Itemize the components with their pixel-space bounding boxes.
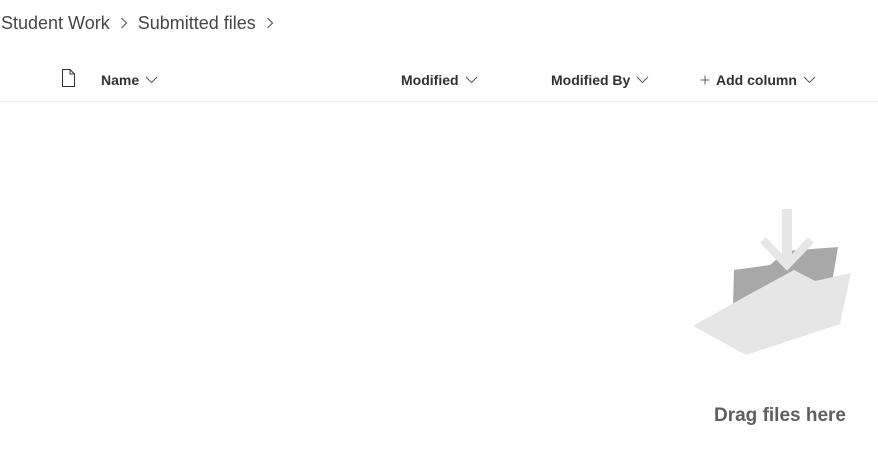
folder-download-illustration	[690, 205, 855, 360]
empty-state-message: Drag files here	[714, 405, 846, 426]
column-header-row: Name Modified Modified By Add column	[0, 58, 878, 102]
chevron-down-icon	[465, 76, 478, 84]
column-header-modified-by[interactable]: Modified By	[551, 58, 649, 101]
column-header-modified-label: Modified	[401, 71, 459, 88]
column-header-name-label: Name	[101, 71, 140, 88]
breadcrumb: Student Work Submitted files	[1, 10, 284, 36]
plus-icon	[700, 75, 710, 85]
chevron-right-icon	[110, 17, 138, 29]
breadcrumb-item-submitted-files[interactable]: Submitted files	[138, 13, 256, 34]
add-column-label: Add column	[716, 71, 797, 88]
file-type-column-header[interactable]	[60, 58, 76, 101]
add-column-button[interactable]: Add column	[700, 58, 816, 101]
breadcrumb-item-student-work[interactable]: Student Work	[1, 13, 110, 34]
document-library-page: Student Work Submitted files Name Modifi…	[0, 0, 878, 473]
chevron-down-icon	[803, 76, 816, 84]
column-header-modified-by-label: Modified By	[551, 71, 631, 88]
column-header-modified[interactable]: Modified	[401, 58, 478, 101]
column-header-name[interactable]: Name	[101, 58, 158, 101]
document-icon	[60, 69, 76, 90]
chevron-down-icon	[636, 76, 649, 84]
chevron-down-icon	[145, 76, 158, 84]
chevron-right-icon[interactable]	[256, 17, 284, 29]
